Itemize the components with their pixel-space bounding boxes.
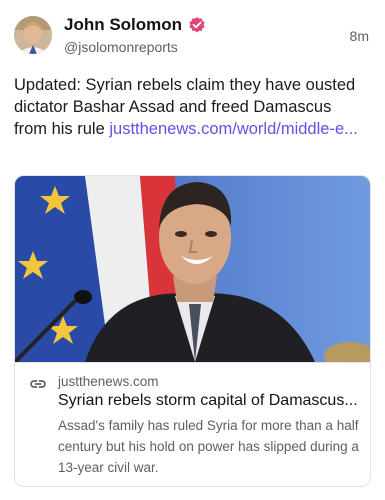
post-body: Updated: Syrian rebels claim they have o… — [14, 74, 364, 140]
link-preview-title[interactable]: Syrian rebels storm capital of Damascus.… — [58, 392, 358, 410]
author-handle[interactable]: @jsolomonreports — [64, 39, 178, 55]
post-link[interactable]: justthenews.com/world/middle-e... — [109, 120, 358, 138]
verified-badge-icon — [188, 16, 206, 34]
author-name-row: John Solomon — [64, 14, 206, 36]
link-preview-description: Assad's family has ruled Syria for more … — [58, 418, 359, 475]
link-preview-card[interactable]: justthenews.com Syrian rebels storm capi… — [14, 175, 371, 487]
author-avatar[interactable] — [14, 16, 52, 54]
post-header: John Solomon @jsolomonreports 8m — [14, 14, 371, 58]
link-preview-body: justthenews.com Syrian rebels storm capi… — [15, 362, 370, 486]
link-preview-domain: justthenews.com — [58, 374, 159, 389]
post-timestamp[interactable]: 8m — [350, 28, 369, 44]
link-icon — [29, 375, 47, 393]
link-preview-image[interactable] — [15, 176, 370, 362]
author-name[interactable]: John Solomon — [64, 15, 182, 35]
social-post: John Solomon @jsolomonreports 8m Updated… — [0, 0, 385, 500]
